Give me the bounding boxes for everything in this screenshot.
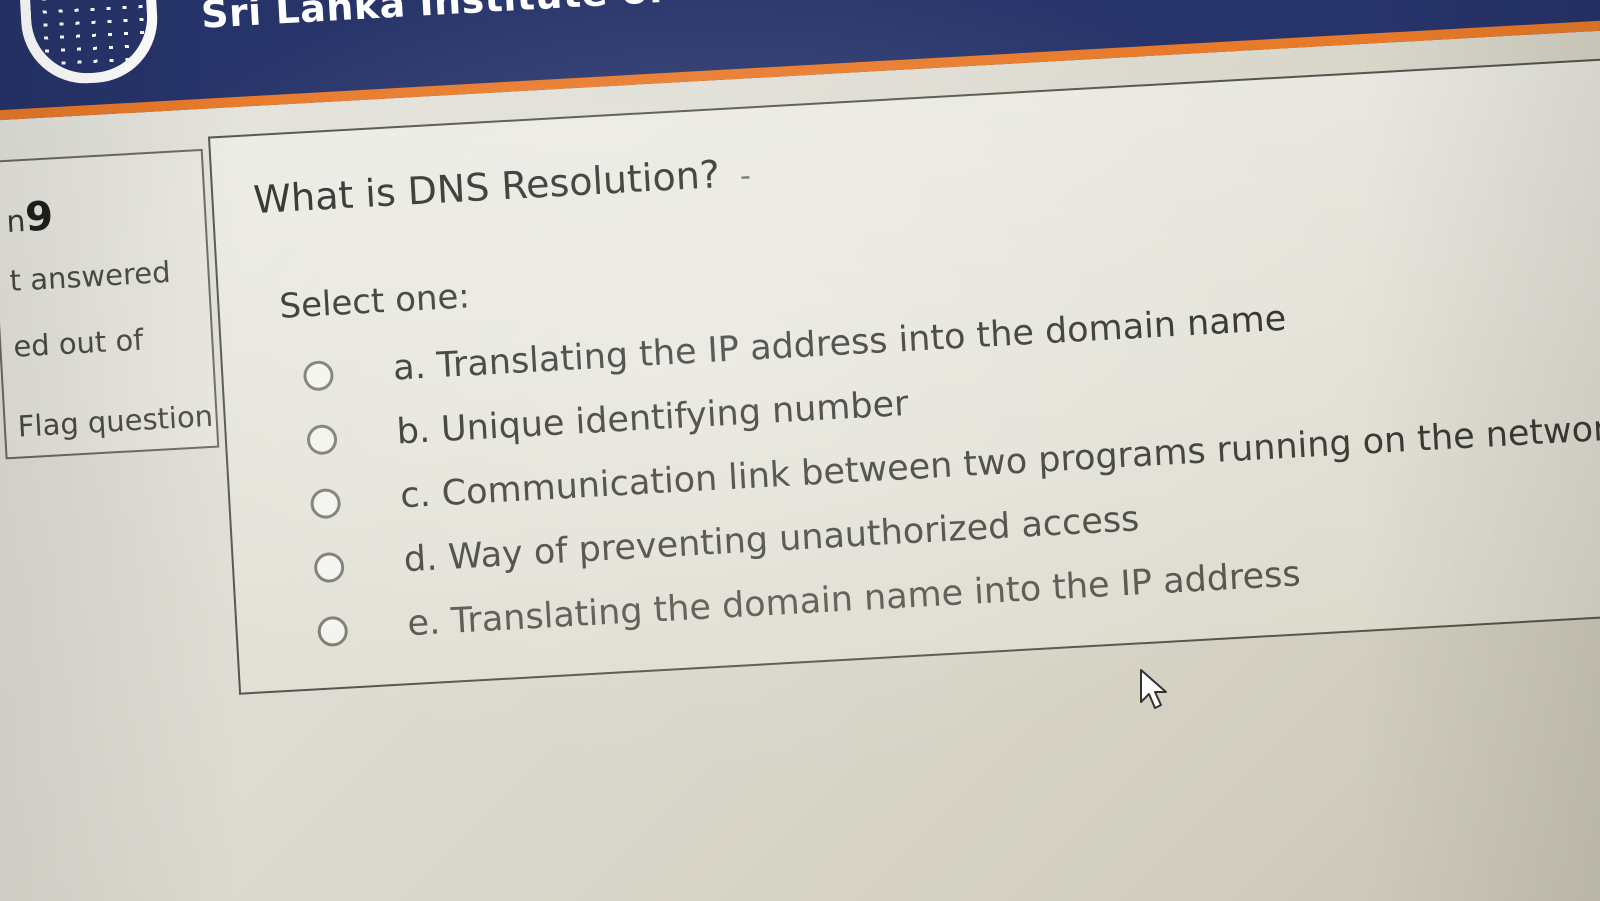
radio-button-icon[interactable]	[309, 487, 342, 520]
question-text-body: What is DNS Resolution?	[252, 152, 722, 223]
radio-button-icon[interactable]	[316, 615, 349, 648]
question-mark: ed out of	[12, 322, 145, 364]
select-one-prompt: Select one:	[278, 276, 471, 327]
question-number-prefix: n	[5, 203, 27, 240]
question-number-value: 9	[23, 193, 55, 241]
question-info-panel: n9 t answered ed out of Flag question	[0, 148, 220, 460]
radio-button-icon[interactable]	[306, 423, 338, 456]
question-state: t answered	[8, 254, 172, 298]
crest-pattern	[29, 0, 151, 77]
institute-title: Sri Lanka Institute of	[199, 0, 667, 37]
quiz-page: Sri Lanka Institute of n9 t answered ed …	[0, 0, 1600, 900]
question-text: What is DNS Resolution? -	[252, 150, 751, 222]
mouse-pointer-icon	[1140, 669, 1167, 709]
question-number: n9	[5, 193, 54, 242]
question-content-panel: What is DNS Resolution? - Select one: a. …	[207, 52, 1600, 695]
answer-options: a. Translating the IP address into the d…	[302, 279, 1600, 671]
radio-button-icon[interactable]	[302, 359, 335, 392]
photo-of-screen: Sri Lanka Institute of n9 t answered ed …	[0, 0, 1600, 901]
university-crest-logo[interactable]	[18, 0, 161, 87]
radio-button-icon[interactable]	[313, 551, 346, 584]
flag-question-link[interactable]: Flag question	[17, 399, 214, 444]
question-text-suffix: -	[738, 158, 752, 194]
